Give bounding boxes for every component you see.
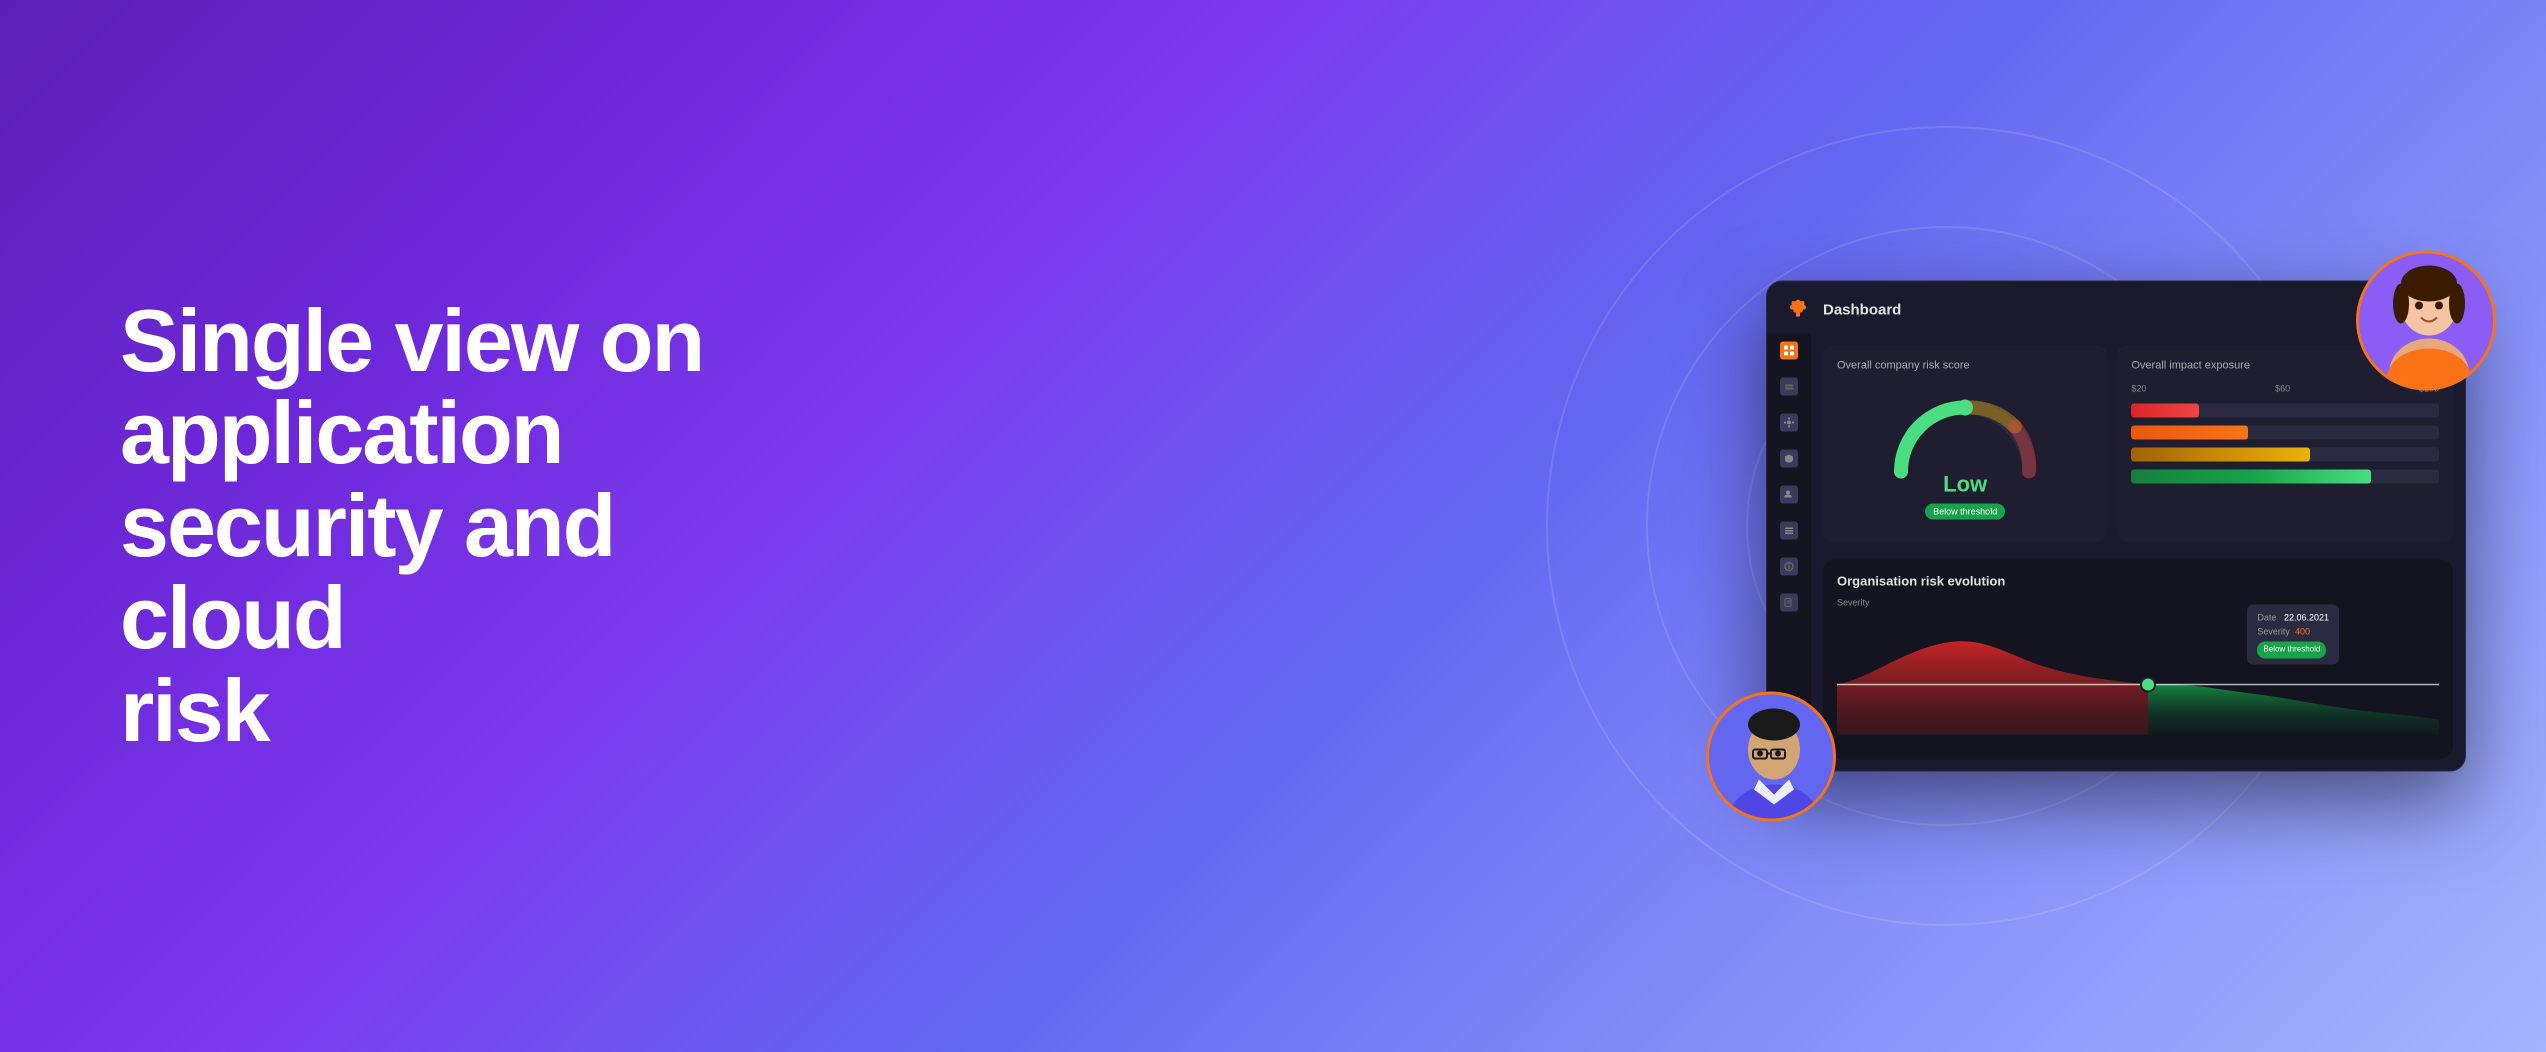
threshold-badge: Below threshold — [1925, 504, 2005, 520]
tooltip-severity: Severity 400 — [2257, 625, 2329, 639]
sidebar-icon-gear[interactable] — [1780, 414, 1798, 432]
sidebar-icon-layers[interactable] — [1780, 378, 1798, 396]
gauge-label: Low — [1943, 472, 1987, 498]
page-background: Single view on application security and … — [0, 0, 2546, 1052]
risk-score-title: Overall company risk score — [1837, 360, 2093, 372]
chart-area: Date 22.06.2021 Severity 400 Below thres… — [1837, 595, 2439, 745]
gauge-container: Low Below threshold — [1837, 384, 2093, 528]
bar-fill-yellow — [2131, 448, 2309, 462]
scale-label-20: $20 — [2131, 384, 2146, 394]
evolution-title: Organisation risk evolution — [1837, 574, 2439, 589]
hero-section: Single view on application security and … — [120, 295, 740, 757]
chart-svg — [1837, 595, 2439, 745]
gauge-svg — [1885, 392, 2045, 482]
sidebar-icon-grid[interactable] — [1780, 342, 1798, 360]
sidebar-icon-info[interactable] — [1780, 558, 1798, 576]
risk-score-widget: Overall company risk score — [1823, 346, 2107, 542]
scale-label-60: $60 — [2275, 384, 2290, 394]
tooltip-date: Date 22.06.2021 — [2257, 611, 2329, 625]
tooltip-badge: Below threshold — [2257, 639, 2329, 658]
bar-fill-green — [2131, 470, 2371, 484]
deer-icon — [1787, 298, 1811, 322]
hero-heading: Single view on application security and … — [120, 295, 740, 757]
tooltip-box: Date 22.06.2021 Severity 400 Below thres… — [2247, 605, 2339, 665]
bar-fill-red — [2131, 404, 2199, 418]
sidebar-icon-settings[interactable] — [1780, 522, 1798, 540]
widgets-row: Overall company risk score — [1823, 346, 2453, 542]
impact-scale: $20 $60 $100 — [2131, 384, 2439, 394]
avatar-female — [2356, 251, 2496, 391]
bar-track-red — [2131, 404, 2439, 418]
bar-fill-orange — [2131, 426, 2248, 440]
evolution-card: Organisation risk evolution Severity — [1823, 560, 2453, 759]
sidebar-icon-shield[interactable] — [1780, 450, 1798, 468]
bar-track-green — [2131, 470, 2439, 484]
bar-row-orange — [2131, 426, 2439, 440]
bar-track-orange — [2131, 426, 2439, 440]
sidebar-icon-document[interactable] — [1780, 594, 1798, 612]
bar-row-green — [2131, 470, 2439, 484]
dashboard-container: Dashboard — [1766, 281, 2466, 772]
bar-row-yellow — [2131, 448, 2439, 462]
dashboard-card: Dashboard — [1766, 281, 2466, 772]
bar-row-red — [2131, 404, 2439, 418]
avatar-male — [1706, 692, 1836, 822]
dashboard-title: Dashboard — [1823, 301, 1901, 318]
main-content: Overall company risk score — [1811, 334, 2465, 771]
bar-track-yellow — [2131, 448, 2439, 462]
dashboard-body: Overall company risk score — [1767, 334, 2465, 771]
sidebar-icon-users[interactable] — [1780, 486, 1798, 504]
